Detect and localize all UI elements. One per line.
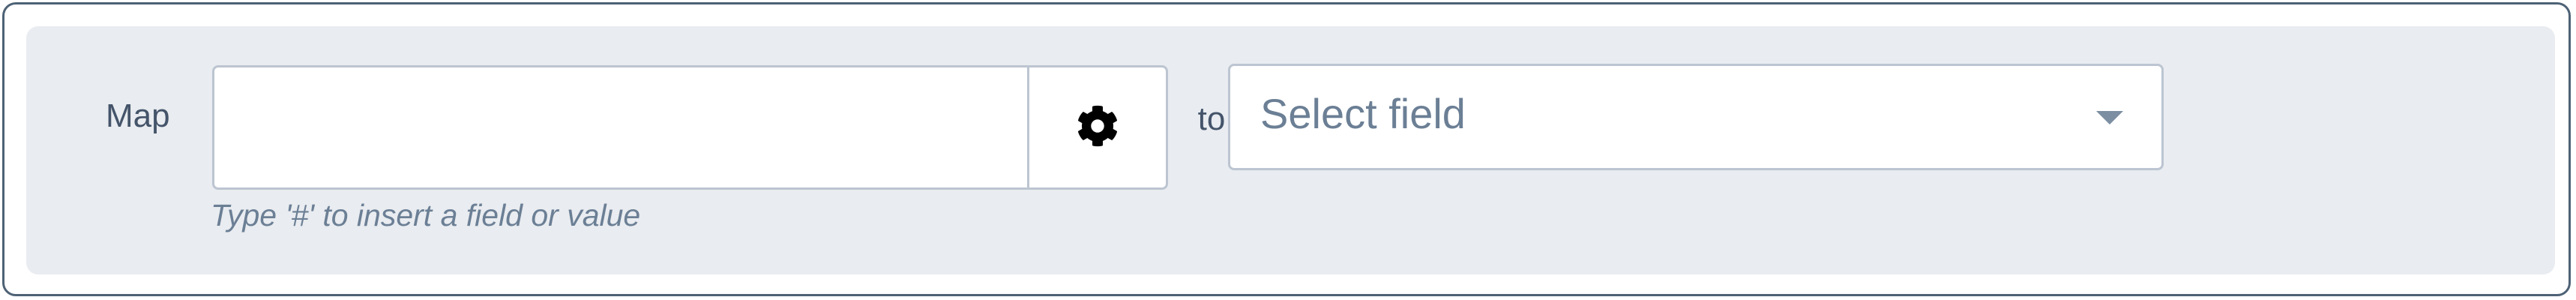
helper-text: Type '#' to insert a field or value	[211, 198, 641, 232]
chevron-down-icon	[2096, 111, 2123, 124]
insert-settings-button[interactable]	[1027, 65, 1168, 190]
mapping-row-panel: Map Type '#' to insert a field or value …	[26, 26, 2555, 274]
gear-icon	[1077, 105, 1119, 151]
select-field-value: Select field	[1260, 90, 1466, 137]
map-label: Map	[106, 98, 170, 134]
source-value-input[interactable]	[212, 65, 1029, 190]
mapping-card: Map Type '#' to insert a field or value …	[2, 2, 2571, 296]
target-field-select[interactable]: Select field	[1228, 64, 2164, 170]
